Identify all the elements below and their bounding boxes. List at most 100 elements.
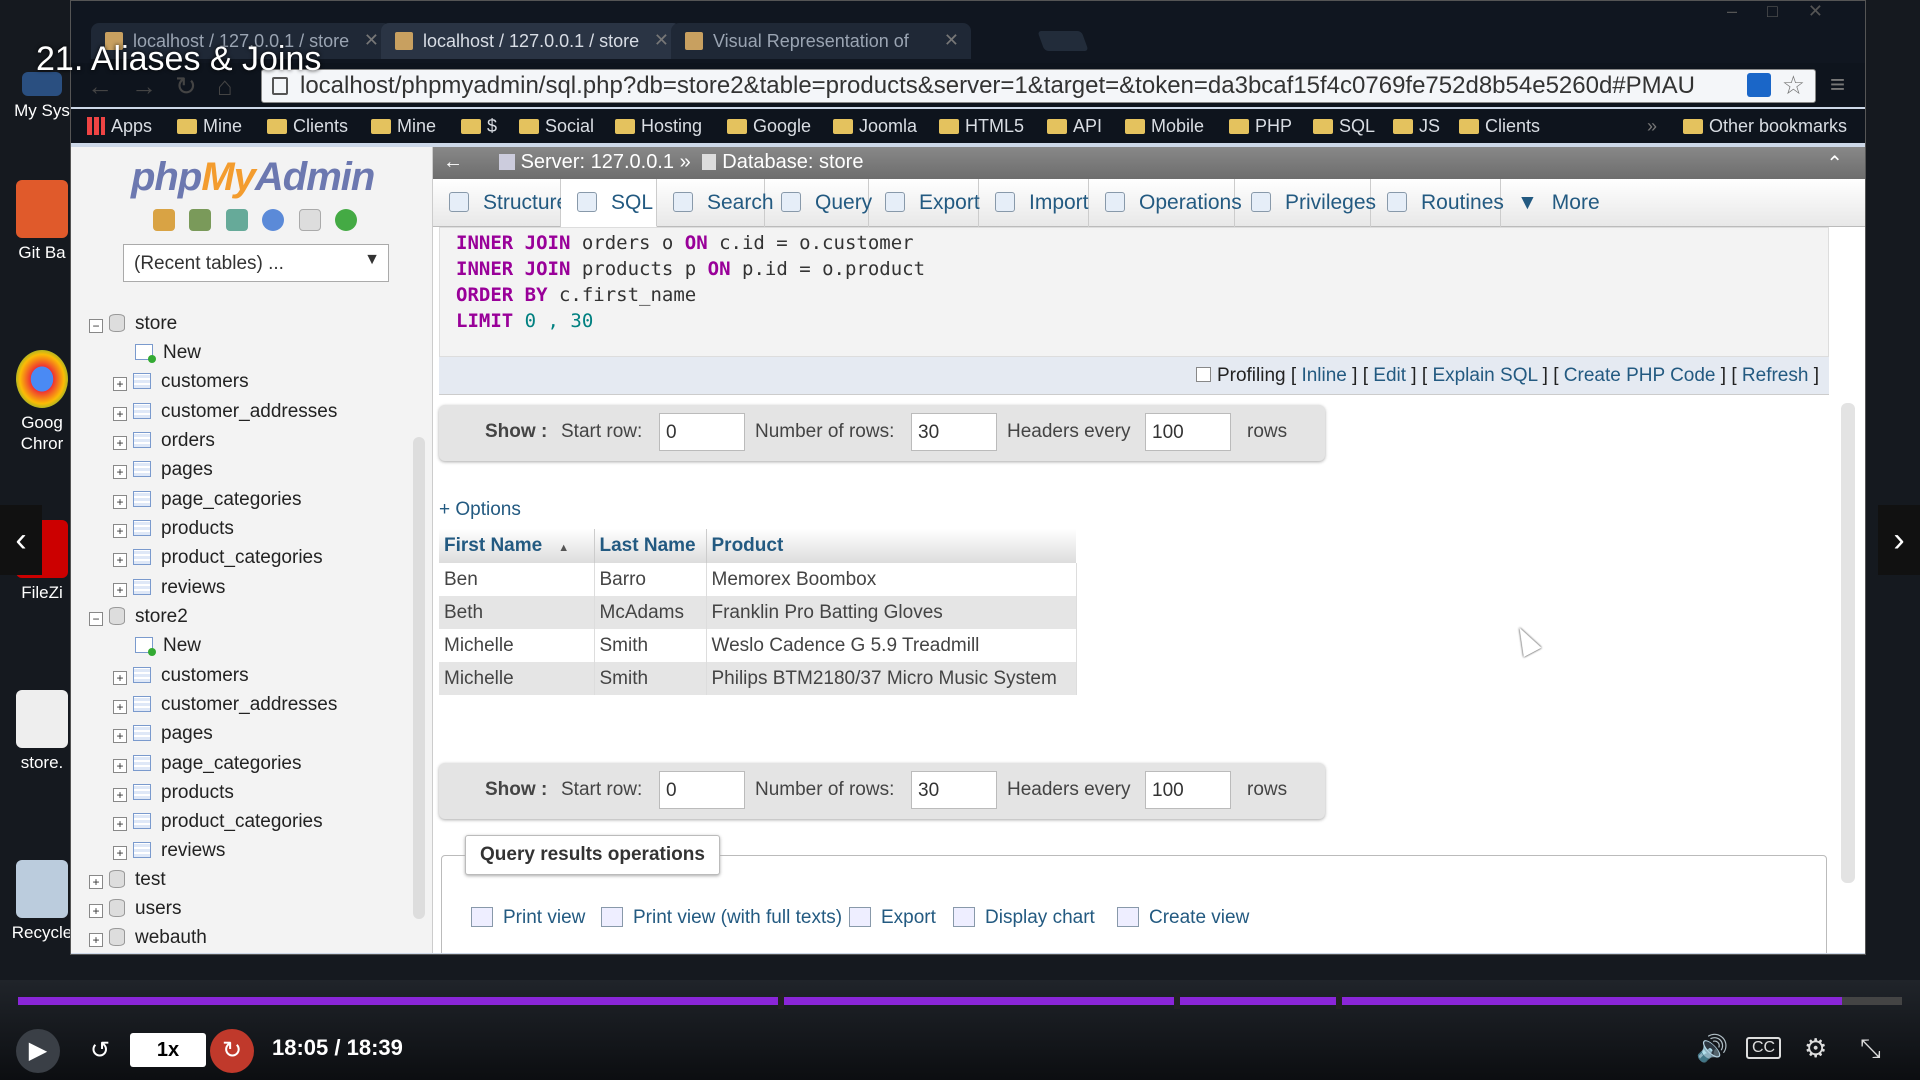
expand-icon[interactable]: + xyxy=(113,729,127,743)
inline-link[interactable]: Inline xyxy=(1301,365,1346,386)
tab-routines[interactable]: Routines xyxy=(1371,179,1504,227)
tree-table[interactable]: + customer_addresses xyxy=(113,401,337,425)
browser-tab-active[interactable]: localhost / 127.0.0.1 / store ✕ xyxy=(381,23,681,59)
expand-icon[interactable]: + xyxy=(113,846,127,860)
gear-icon[interactable]: ⚙ xyxy=(1804,1033,1827,1064)
address-bar[interactable]: localhost/phpmyadmin/sql.php?db=store2&t… xyxy=(261,69,1816,103)
tab-privileges[interactable]: Privileges xyxy=(1235,179,1376,227)
recent-tables-select[interactable]: (Recent tables) ... ▼ xyxy=(123,244,389,282)
close-icon[interactable]: ✕ xyxy=(944,30,959,51)
expand-icon[interactable]: + xyxy=(89,933,103,947)
bookmark-folder[interactable]: Hosting xyxy=(615,116,702,137)
tree-db-store[interactable]: − store xyxy=(89,313,177,337)
play-button[interactable]: ▶ xyxy=(16,1029,60,1073)
create-view-link[interactable]: Create view xyxy=(1117,907,1249,929)
tab-query[interactable]: Query xyxy=(765,179,872,227)
create-php-code-link[interactable]: Create PHP Code xyxy=(1564,365,1716,386)
expand-icon[interactable]: + xyxy=(113,817,127,831)
playback-speed-button[interactable]: 1x xyxy=(130,1033,206,1067)
breadcrumb-server[interactable]: Server: 127.0.0.1 xyxy=(521,151,674,173)
start-row-input[interactable]: 0 xyxy=(659,413,745,451)
phpmyadmin-logo[interactable]: phpMyAdmin xyxy=(131,155,375,200)
tab-structure[interactable]: Structure xyxy=(433,179,568,227)
print-view-full-link[interactable]: Print view (with full texts) xyxy=(601,907,842,929)
bookmark-folder[interactable]: Mine xyxy=(177,116,242,137)
tree-table[interactable]: + pages xyxy=(113,723,213,747)
tree-table[interactable]: + page_categories xyxy=(113,489,302,513)
bookmark-folder[interactable]: Google xyxy=(727,116,811,137)
bookmark-folder[interactable]: Mine xyxy=(371,116,436,137)
tree-table[interactable]: + products xyxy=(113,518,234,542)
tree-table[interactable]: + pages xyxy=(113,459,213,483)
tree-table[interactable]: + product_categories xyxy=(113,547,323,571)
chapter-marker[interactable] xyxy=(778,993,784,1009)
window-controls[interactable]: –□✕ xyxy=(1727,1,1853,22)
video-progress-bar[interactable] xyxy=(18,993,1902,1009)
expand-icon[interactable]: + xyxy=(113,553,127,567)
expand-icon[interactable]: + xyxy=(113,788,127,802)
bookmark-folder[interactable]: Clients xyxy=(1459,116,1540,137)
bookmark-folder[interactable]: API xyxy=(1047,116,1102,137)
bookmark-folder[interactable]: PHP xyxy=(1229,116,1292,137)
num-rows-input[interactable]: 30 xyxy=(911,413,997,451)
logout-icon[interactable] xyxy=(189,209,212,231)
table-row[interactable]: Michelle Smith Weslo Cadence G 5.9 Treadmi… xyxy=(439,629,1077,662)
desktop-icon-store-file[interactable]: store. xyxy=(6,690,78,773)
bookmark-folder[interactable]: Clients xyxy=(267,116,348,137)
column-header-product[interactable]: Product xyxy=(706,529,1076,563)
start-row-input[interactable]: 0 xyxy=(659,771,745,809)
display-chart-link[interactable]: Display chart xyxy=(953,907,1095,929)
tree-table[interactable]: + product_categories xyxy=(113,811,323,835)
tree-new-table[interactable]: New xyxy=(135,342,201,366)
collapse-icon[interactable]: − xyxy=(89,319,103,333)
extension-icon[interactable] xyxy=(1747,73,1771,97)
bookmark-folder[interactable]: SQL xyxy=(1313,116,1375,137)
expand-icon[interactable]: + xyxy=(89,875,103,889)
expand-icon[interactable]: + xyxy=(113,524,127,538)
desktop-icon-recycle-bin[interactable]: Recycle xyxy=(6,860,78,943)
new-tab-button[interactable] xyxy=(1037,31,1089,51)
documentation-icon[interactable] xyxy=(298,209,321,231)
options-link[interactable]: + Options xyxy=(439,499,521,521)
bookmark-folder[interactable]: Social xyxy=(519,116,594,137)
expand-icon[interactable]: + xyxy=(113,407,127,421)
bookmark-folder[interactable]: HTML5 xyxy=(939,116,1024,137)
query-window-icon[interactable] xyxy=(225,209,248,231)
print-view-link[interactable]: Print view xyxy=(471,907,585,929)
browser-tab[interactable]: Visual Representation of ✕ xyxy=(671,23,971,59)
chapter-marker[interactable] xyxy=(1336,993,1342,1009)
tree-table[interactable]: + reviews xyxy=(113,840,225,864)
expand-icon[interactable]: + xyxy=(113,465,127,479)
headers-every-input[interactable]: 100 xyxy=(1145,771,1231,809)
home-icon[interactable] xyxy=(153,209,175,231)
star-icon[interactable]: ☆ xyxy=(1782,70,1805,101)
tree-new-table[interactable]: New xyxy=(135,635,201,659)
chevron-left-icon[interactable]: ‹ xyxy=(0,505,42,575)
expand-icon[interactable]: + xyxy=(113,759,127,773)
tab-more[interactable]: ▼ More xyxy=(1501,179,1641,227)
chevron-right-icon[interactable]: › xyxy=(1878,505,1920,575)
export-link[interactable]: Export xyxy=(849,907,936,929)
tree-db-store2[interactable]: − store2 xyxy=(89,606,188,630)
table-row[interactable]: Beth McAdams Franklin Pro Batting Gloves xyxy=(439,596,1077,629)
tab-sql[interactable]: SQL xyxy=(561,179,657,227)
column-header-first-name[interactable]: First Name ▲ xyxy=(439,529,595,563)
tree-table[interactable]: + reviews xyxy=(113,577,225,601)
tab-search[interactable]: Search xyxy=(657,179,774,227)
tab-export[interactable]: Export xyxy=(869,179,980,227)
desktop-icon-chrome[interactable]: Goog Chror xyxy=(6,350,78,454)
explain-sql-link[interactable]: Explain SQL xyxy=(1432,365,1537,386)
headers-every-input[interactable]: 100 xyxy=(1145,413,1231,451)
column-header-last-name[interactable]: Last Name xyxy=(594,529,707,563)
tab-import[interactable]: Import xyxy=(979,179,1089,227)
expand-icon[interactable]: + xyxy=(113,583,127,597)
expand-icon[interactable]: + xyxy=(113,495,127,509)
bookmarks-overflow-icon[interactable]: » xyxy=(1647,116,1657,137)
captions-icon[interactable]: CC xyxy=(1746,1037,1782,1059)
bookmark-folder[interactable]: Joomla xyxy=(833,116,917,137)
main-scrollbar[interactable] xyxy=(1841,403,1855,883)
tree-table[interactable]: + customers xyxy=(113,665,249,689)
fullscreen-icon[interactable]: ⤡ xyxy=(1860,1033,1881,1065)
tree-db-users[interactable]: + users xyxy=(89,898,181,922)
breadcrumb-database[interactable]: Database: store xyxy=(722,151,863,173)
